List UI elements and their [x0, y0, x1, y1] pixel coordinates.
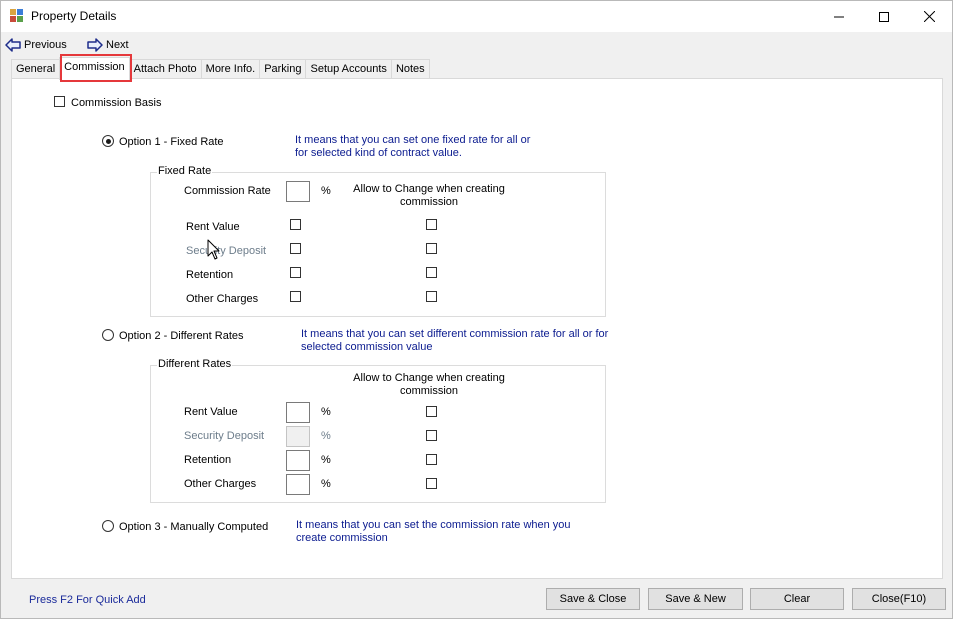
next-label: Next	[106, 39, 129, 51]
close-button[interactable]: Close(F10)	[852, 588, 946, 610]
commission-rate-percent: %	[321, 185, 331, 197]
fixed-other-charges-allow-checkbox[interactable]	[426, 291, 437, 302]
option2-radio[interactable]	[102, 329, 114, 341]
different-retention-label: Retention	[184, 454, 232, 466]
commission-rate-input[interactable]	[286, 181, 310, 202]
arrow-left-icon	[5, 38, 21, 52]
tab-setup-accounts[interactable]: Setup Accounts	[305, 59, 392, 80]
different-rent-value-label: Rent Value	[184, 406, 238, 418]
different-other-charges-input[interactable]	[286, 474, 310, 495]
save-new-button[interactable]: Save & New	[648, 588, 743, 610]
fixed-allow-header-line1: Allow to Change when creating	[353, 183, 505, 195]
close-icon	[923, 11, 935, 22]
different-retention-allow-checkbox[interactable]	[426, 454, 437, 465]
option3-label: Option 3 - Manually Computed	[119, 521, 269, 533]
maximize-icon	[879, 11, 889, 22]
tab-commission[interactable]: Commission	[59, 57, 130, 80]
tab-more-info[interactable]: More Info.	[200, 59, 261, 80]
option3-info-line1: It means that you can set the commission…	[296, 519, 571, 531]
fixed-allow-header-line2: commission	[399, 196, 459, 208]
different-allow-header-line1: Allow to Change when creating	[353, 372, 505, 384]
property-details-window: Property Details Previous Next General C…	[0, 0, 953, 619]
minimize-button[interactable]	[816, 1, 862, 32]
different-rent-value-percent: %	[321, 406, 331, 418]
window-title: Property Details	[31, 9, 117, 23]
different-rates-group-title: Different Rates	[157, 358, 233, 370]
fixed-other-charges-label: Other Charges	[186, 293, 259, 305]
different-rent-value-allow-checkbox[interactable]	[426, 406, 437, 417]
app-icon	[10, 9, 23, 22]
fixed-rent-value-checkbox[interactable]	[290, 219, 301, 230]
fixed-rent-value-allow-checkbox[interactable]	[426, 219, 437, 230]
fixed-other-charges-checkbox[interactable]	[290, 291, 301, 302]
previous-button[interactable]: Previous	[5, 37, 67, 53]
fixed-security-deposit-label: Security Deposit	[186, 245, 267, 257]
tab-attach-photo[interactable]: Attach Photo	[128, 59, 202, 80]
title-bar: Property Details	[1, 1, 952, 32]
next-button[interactable]: Next	[87, 37, 129, 53]
arrow-right-icon	[87, 38, 103, 52]
different-security-deposit-input[interactable]	[286, 426, 310, 447]
fixed-rent-value-label: Rent Value	[186, 221, 240, 233]
option3-radio[interactable]	[102, 520, 114, 532]
different-rent-value-input[interactable]	[286, 402, 310, 423]
quick-add-hint: Press F2 For Quick Add	[29, 594, 146, 606]
commission-rate-label: Commission Rate	[184, 185, 271, 197]
save-close-button[interactable]: Save & Close	[546, 588, 640, 610]
option1-radio[interactable]	[102, 135, 114, 147]
tab-strip: General Commission Attach Photo More Inf…	[11, 57, 430, 80]
tab-parking[interactable]: Parking	[259, 59, 307, 80]
option1-label: Option 1 - Fixed Rate	[119, 136, 224, 148]
different-security-deposit-allow-checkbox[interactable]	[426, 430, 437, 441]
mouse-cursor-icon	[207, 239, 220, 260]
different-security-deposit-label: Security Deposit	[184, 430, 265, 442]
option2-label: Option 2 - Different Rates	[119, 330, 244, 342]
tab-notes[interactable]: Notes	[390, 59, 430, 80]
fixed-rate-group-title: Fixed Rate	[157, 165, 213, 177]
fixed-security-deposit-checkbox[interactable]	[290, 243, 301, 254]
close-window-button[interactable]	[906, 1, 952, 32]
different-other-charges-allow-checkbox[interactable]	[426, 478, 437, 489]
option2-info-line2: selected commission value	[301, 341, 433, 353]
different-allow-header-line2: commission	[399, 385, 459, 397]
option2-info-line1: It means that you can set different comm…	[301, 328, 609, 340]
different-other-charges-label: Other Charges	[184, 478, 257, 490]
option1-info-line2: for selected kind of contract value.	[295, 147, 462, 159]
option1-info-line1: It means that you can set one fixed rate…	[295, 134, 531, 146]
different-retention-percent: %	[321, 454, 331, 466]
different-security-deposit-percent: %	[321, 430, 331, 442]
commission-basis-checkbox[interactable]	[54, 96, 65, 107]
fixed-retention-checkbox[interactable]	[290, 267, 301, 278]
maximize-button[interactable]	[861, 1, 907, 32]
fixed-security-deposit-allow-checkbox[interactable]	[426, 243, 437, 254]
minimize-icon	[834, 16, 844, 17]
different-other-charges-percent: %	[321, 478, 331, 490]
clear-button[interactable]: Clear	[750, 588, 844, 610]
fixed-retention-allow-checkbox[interactable]	[426, 267, 437, 278]
different-retention-input[interactable]	[286, 450, 310, 471]
fixed-retention-label: Retention	[186, 269, 234, 281]
previous-label: Previous	[24, 39, 67, 51]
commission-basis-label: Commission Basis	[71, 97, 162, 109]
option3-info-line2: create commission	[296, 532, 388, 544]
tab-general[interactable]: General	[11, 59, 61, 80]
